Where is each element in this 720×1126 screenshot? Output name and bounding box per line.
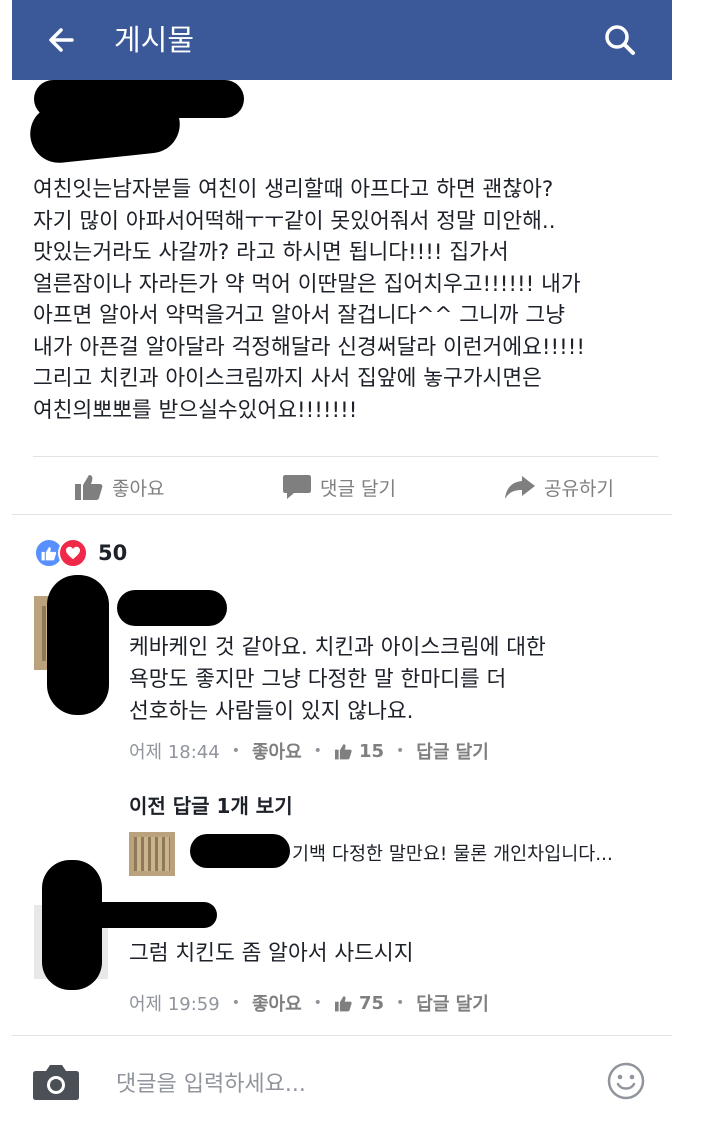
- heart-icon: [58, 538, 88, 568]
- comment-reply-button[interactable]: 답글 달기: [416, 738, 489, 764]
- camera-icon[interactable]: [32, 1061, 80, 1101]
- comment-like-button[interactable]: 좋아요: [252, 990, 302, 1016]
- top-app-bar: 게시물: [12, 0, 672, 80]
- search-icon[interactable]: [600, 20, 640, 60]
- comment-composer: 댓글을 입력하세요...: [12, 1035, 672, 1126]
- view-previous-replies-link[interactable]: 이전 답글 1개 보기: [129, 790, 293, 819]
- comment-time: 어제 18:44: [129, 742, 220, 763]
- comment-like-button[interactable]: 좋아요: [252, 738, 302, 764]
- comment-reply-button[interactable]: 답글 달기: [416, 990, 489, 1016]
- divider: [33, 456, 658, 457]
- comment-input[interactable]: 댓글을 입력하세요...: [116, 1066, 306, 1098]
- back-arrow-icon[interactable]: [42, 20, 82, 60]
- reply-preview-text[interactable]: 기백 다정한 말만요! 물론 개인차입니다...: [292, 840, 613, 866]
- like-button[interactable]: 좋아요: [74, 470, 164, 504]
- reactions-summary[interactable]: 50: [34, 536, 127, 570]
- reaction-count: 50: [98, 541, 128, 565]
- thumbs-up-icon: [334, 995, 352, 1011]
- like-button-label: 좋아요: [112, 477, 165, 500]
- comment-like-count[interactable]: 75: [334, 993, 384, 1014]
- divider: [12, 514, 672, 515]
- redacted-commenter-name: [117, 590, 227, 626]
- reply-avatar[interactable]: [129, 832, 175, 876]
- comment-text: 그럼 치킨도 좀 알아서 사드시지: [129, 941, 414, 966]
- comment-button[interactable]: 댓글 달기: [282, 470, 396, 504]
- comment-meta: 어제 18:44 • 좋아요 • 15 • 답글 달기: [129, 738, 489, 764]
- comment-like-count[interactable]: 15: [334, 741, 384, 762]
- comment-button-label: 댓글 달기: [320, 477, 396, 500]
- comment-meta: 어제 19:59 • 좋아요 • 75 • 답글 달기: [129, 990, 489, 1016]
- thumbs-up-icon: [75, 475, 103, 500]
- page-title: 게시물: [114, 23, 195, 57]
- share-button[interactable]: 공유하기: [504, 470, 614, 504]
- comment-text: 케바케인 것 같아요. 치킨과 아이스크림에 대한 욕망도 좋지만 그냥 다정한…: [129, 635, 546, 724]
- redacted-commenter-avatar: [47, 575, 109, 715]
- redacted-reply-name: [190, 834, 290, 868]
- post-body-text: 여친잇는남자분들 여친이 생리할때 아프다고 하면 괜찮아? 자기 많이 아파서…: [33, 177, 585, 423]
- share-button-label: 공유하기: [544, 477, 614, 500]
- share-arrow-icon: [505, 476, 535, 499]
- redacted-commenter-name: [87, 902, 217, 928]
- post-screen: 게시물 여친잇는남자분들 여친이 생리할때 아프다고 하면 괜찮아? 자기 많이…: [12, 0, 672, 1126]
- thumbs-up-icon: [334, 743, 352, 759]
- comment-bubble-icon: [283, 475, 311, 499]
- comment-time: 어제 19:59: [129, 994, 220, 1015]
- smiley-icon[interactable]: [607, 1062, 645, 1100]
